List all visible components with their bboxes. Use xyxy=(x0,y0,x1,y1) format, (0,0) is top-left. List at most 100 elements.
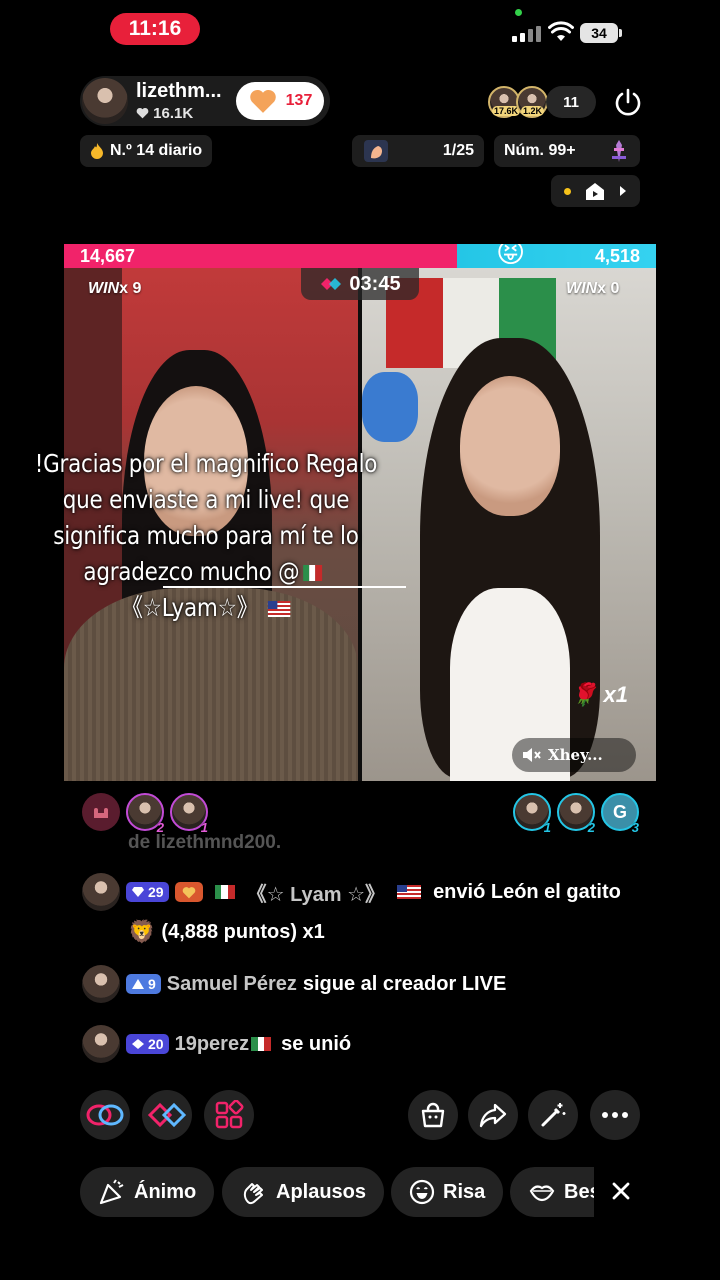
chat-text: envió León el gatito xyxy=(433,880,621,903)
guest-name: Xhey... xyxy=(548,746,603,764)
link-button[interactable] xyxy=(80,1090,130,1140)
follow-button[interactable]: 137 xyxy=(236,82,324,120)
shop-button[interactable] xyxy=(408,1090,458,1140)
link-icon xyxy=(86,1104,124,1126)
chat-text: se unió xyxy=(281,1032,352,1055)
top-viewer-badge: 1.2K xyxy=(521,106,545,116)
heart-icon xyxy=(136,107,149,119)
guest-chip[interactable]: Xhey... xyxy=(512,738,636,772)
reaction-label: Aplausos xyxy=(276,1180,367,1203)
reaction-label: Ánimo xyxy=(134,1180,197,1203)
apps-button[interactable] xyxy=(204,1090,254,1140)
supporter-avatar[interactable]: 2 xyxy=(126,793,164,835)
chat-avatar[interactable] xyxy=(82,965,120,1003)
chat-avatar[interactable] xyxy=(82,873,120,911)
fan-badge xyxy=(174,882,203,902)
daily-rank[interactable]: N.º 14 diario xyxy=(80,135,213,167)
gift-goal[interactable]: 1/25 xyxy=(352,135,484,167)
supporter-avatar[interactable]: 2 xyxy=(557,793,595,835)
chat-username[interactable]: Samuel Pérez xyxy=(167,973,297,996)
diamond-icon xyxy=(132,1039,144,1049)
party-popper-icon xyxy=(99,1179,124,1205)
thank-you-text: !Gracias por el magnifico Regalo que env… xyxy=(34,449,378,586)
mention-underline xyxy=(163,586,406,588)
level-badge: 9 xyxy=(126,974,161,994)
heart-icon xyxy=(249,90,276,113)
mexico-flag-emoji xyxy=(214,885,235,899)
gift-goal-progress: 1/25 xyxy=(442,142,474,159)
live-controls[interactable] xyxy=(551,175,640,207)
reaction-animo[interactable]: Ánimo xyxy=(80,1167,215,1217)
trophy-icon xyxy=(612,140,626,162)
chat-message[interactable]: 20 19perez se unió xyxy=(82,1025,351,1063)
versus-button[interactable] xyxy=(142,1090,192,1140)
rose-count: x1 xyxy=(603,682,629,707)
camera-indicator xyxy=(515,9,522,16)
rose-gift: 🌹 x1 xyxy=(570,682,628,708)
battle-timer-value: 03:45 xyxy=(349,272,401,295)
supporter-avatar[interactable]: 1 xyxy=(170,793,208,835)
signal-icon xyxy=(512,24,542,42)
rose-icon: 🌹 xyxy=(570,682,598,707)
chat-text: sigue al creador LIVE xyxy=(302,972,507,995)
laugh-icon xyxy=(409,1179,435,1205)
guest-face xyxy=(460,376,560,516)
thank-you-mention: 《☆Lyam☆》 xyxy=(121,593,258,622)
mexico-flag-emoji xyxy=(251,1037,272,1051)
chat-username[interactable]: 《☆ Lyam ☆》 xyxy=(247,878,385,907)
top-viewer-avatar[interactable]: 1.2K xyxy=(516,86,548,118)
host-name[interactable]: lizethm... xyxy=(136,80,222,103)
effects-button[interactable] xyxy=(528,1090,578,1140)
mute-icon xyxy=(523,748,541,762)
host-likes-count: 16.1K xyxy=(153,105,194,122)
battery-icon: 34 xyxy=(580,23,618,43)
live-dot xyxy=(563,187,571,195)
reaction-besos[interactable]: Bes xyxy=(510,1167,594,1217)
versus-icon xyxy=(321,278,342,290)
usa-flag-emoji xyxy=(268,601,291,617)
chat-username[interactable]: 19perez xyxy=(175,1033,250,1056)
power-icon[interactable] xyxy=(612,86,644,118)
win-left-count: x 9 xyxy=(119,280,142,297)
chat-message[interactable]: 29 《☆ Lyam ☆》 envió León el gatito xyxy=(82,873,621,911)
supporter-rank: 2 xyxy=(587,820,595,835)
magic-wand-icon xyxy=(541,1103,566,1127)
win-right-count: x 0 xyxy=(597,280,620,297)
more-button[interactable] xyxy=(590,1090,640,1140)
level-number: 9 xyxy=(148,976,156,992)
chat-text-points: (4,888 puntos) x1 xyxy=(161,920,325,943)
chat-faded-line: de lizethmnd200. xyxy=(128,832,282,853)
chat-avatar[interactable] xyxy=(82,1025,120,1063)
diamond-icon xyxy=(132,887,144,897)
battle-timer: 03:45 xyxy=(301,268,419,300)
follow-count: 137 xyxy=(285,92,313,109)
score-bar xyxy=(64,244,656,268)
supporter-avatar[interactable]: 1 xyxy=(513,793,551,835)
win-left-label: WIN xyxy=(88,280,120,297)
chat-message[interactable]: 9 Samuel Pérez sigue al creador LIVE xyxy=(82,965,506,1003)
close-icon[interactable] xyxy=(606,1176,636,1206)
triangle-icon xyxy=(132,979,144,989)
seat-icon[interactable] xyxy=(82,793,120,831)
share-icon xyxy=(479,1103,507,1128)
supporter-rank: 3 xyxy=(631,820,639,835)
kiss-icon xyxy=(529,1185,555,1202)
win-streak-left: WINx 9 xyxy=(88,280,141,298)
viewer-count[interactable]: 11 xyxy=(546,86,596,118)
supporter-avatar[interactable]: G 3 xyxy=(601,793,639,835)
reaction-besos-clip[interactable]: Bes xyxy=(510,1167,594,1217)
reaction-label: Risa xyxy=(443,1180,486,1203)
usa-flag-emoji xyxy=(397,885,422,899)
share-button[interactable] xyxy=(468,1090,518,1140)
score-right: 4,518 xyxy=(594,246,640,266)
apps-icon xyxy=(215,1100,244,1129)
reaction-aplausos[interactable]: Aplausos xyxy=(222,1167,385,1217)
battery-tip xyxy=(619,29,622,37)
level-badge: 29 xyxy=(126,882,169,902)
host-avatar[interactable] xyxy=(82,78,128,124)
reaction-risa[interactable]: Risa xyxy=(391,1167,504,1217)
ranking-number[interactable]: Núm. 99+ xyxy=(494,135,640,167)
mexico-flag-emoji xyxy=(302,565,322,581)
wifi-icon xyxy=(548,21,574,41)
more-icon xyxy=(602,1112,628,1118)
